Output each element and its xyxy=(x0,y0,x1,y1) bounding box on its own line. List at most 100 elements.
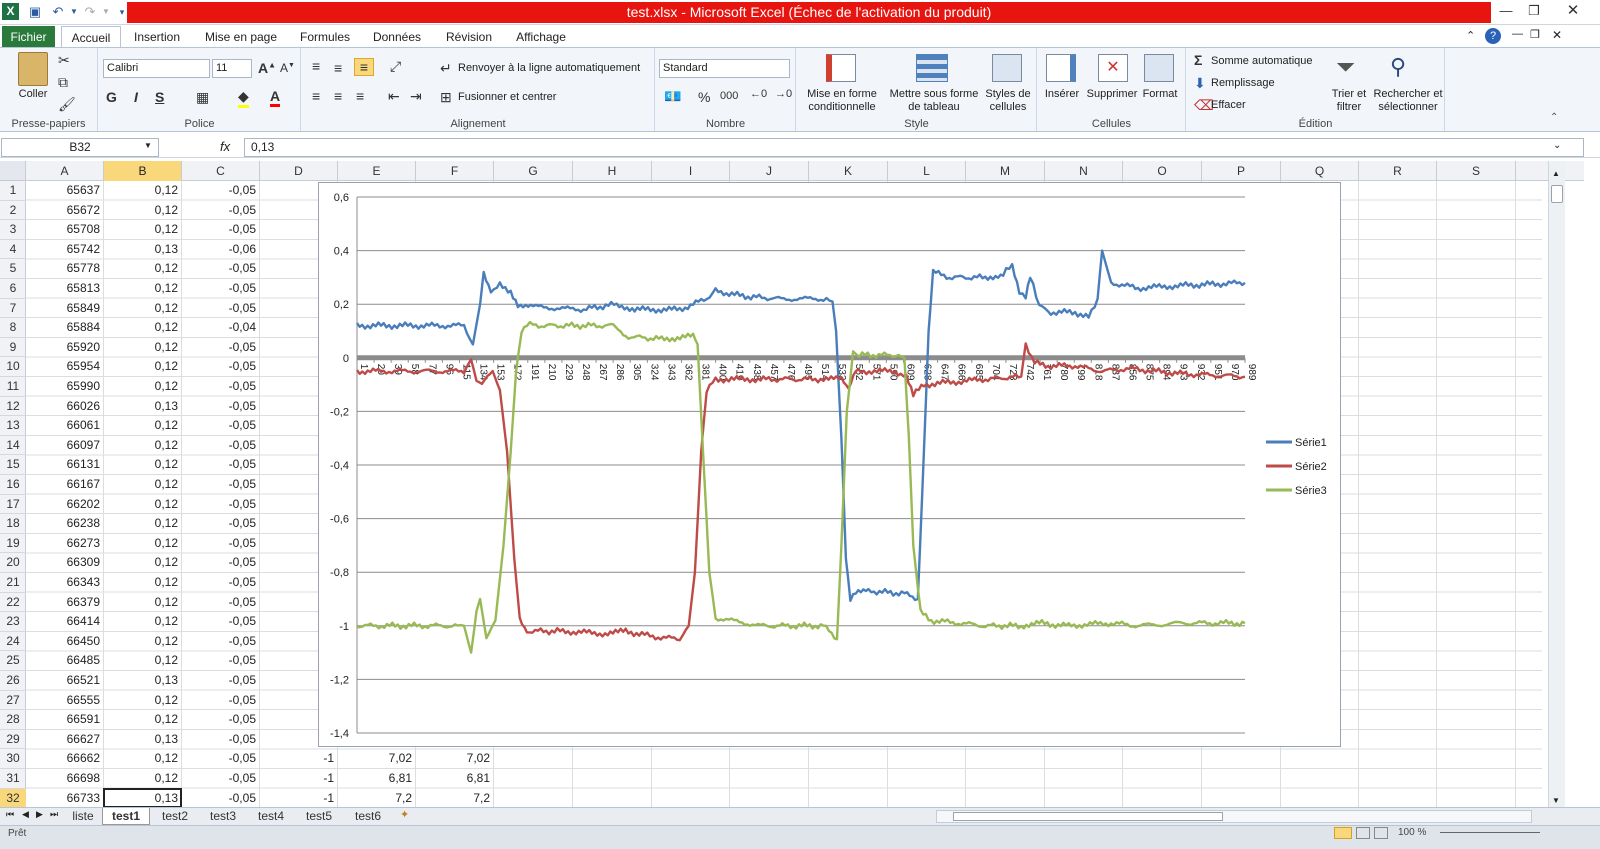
cell-c18[interactable]: -0,05 xyxy=(182,514,260,534)
horizontal-scrollbar[interactable] xyxy=(936,810,1532,823)
select-all-corner[interactable] xyxy=(0,161,26,181)
cell-b18[interactable]: 0,12 xyxy=(104,514,182,534)
undo-dropdown-icon[interactable]: ▼ xyxy=(66,4,82,20)
cell-b23[interactable]: 0,12 xyxy=(104,612,182,632)
cell-c24[interactable]: -0,05 xyxy=(182,632,260,652)
cell-b22[interactable]: 0,12 xyxy=(104,593,182,613)
cell-e30[interactable]: 7,02 xyxy=(338,749,416,769)
column-header-e[interactable]: E xyxy=(338,161,416,181)
conditional-format-button[interactable]: Mise en forme conditionnelle xyxy=(800,88,884,114)
row-header[interactable]: 29 xyxy=(0,730,26,750)
collapse-ribbon-icon[interactable]: ⌃ xyxy=(1550,112,1558,123)
fill-button[interactable]: Remplissage xyxy=(1211,77,1275,90)
cell-b31[interactable]: 0,12 xyxy=(104,769,182,789)
tab-formulas[interactable]: Formules xyxy=(294,26,356,48)
page-layout-view-icon[interactable] xyxy=(1356,827,1370,839)
row-header[interactable]: 19 xyxy=(0,534,26,554)
paste-button[interactable]: Coller xyxy=(10,88,56,101)
row-header[interactable]: 23 xyxy=(0,612,26,632)
find-select-button[interactable]: Rechercher et sélectionner xyxy=(1370,88,1446,114)
cell-b27[interactable]: 0,12 xyxy=(104,691,182,711)
cell-a18[interactable]: 66238 xyxy=(26,514,104,534)
row-header[interactable]: 31 xyxy=(0,769,26,789)
cell-c8[interactable]: -0,04 xyxy=(182,318,260,338)
cell-d30[interactable]: -1 xyxy=(260,749,338,769)
formula-input[interactable]: 0,13 xyxy=(244,138,1584,157)
cell-b10[interactable]: 0,12 xyxy=(104,357,182,377)
cell-b11[interactable]: 0,12 xyxy=(104,377,182,397)
column-header-r[interactable]: R xyxy=(1359,161,1437,181)
last-sheet-icon[interactable]: ⏭ xyxy=(50,809,58,820)
column-header-m[interactable]: M xyxy=(966,161,1045,181)
align-middle-icon[interactable]: ≡ xyxy=(334,60,342,76)
copy-icon[interactable]: ⧉ xyxy=(58,74,68,91)
cell-a25[interactable]: 66485 xyxy=(26,651,104,671)
cell-b17[interactable]: 0,12 xyxy=(104,495,182,515)
column-header-p[interactable]: P xyxy=(1202,161,1281,181)
cell-c2[interactable]: -0,05 xyxy=(182,201,260,221)
cell-b28[interactable]: 0,12 xyxy=(104,710,182,730)
delete-cells-icon[interactable]: ✕ xyxy=(1098,54,1128,82)
column-header-c[interactable]: C xyxy=(182,161,260,181)
row-header[interactable]: 30 xyxy=(0,749,26,769)
sort-filter-button[interactable]: Trier et filtrer xyxy=(1326,88,1372,114)
workbook-close-icon[interactable]: ✕ xyxy=(1552,28,1562,42)
cell-b12[interactable]: 0,13 xyxy=(104,397,182,417)
row-header[interactable]: 21 xyxy=(0,573,26,593)
sheet-tab-test5[interactable]: test5 xyxy=(296,808,342,825)
cell-c10[interactable]: -0,05 xyxy=(182,357,260,377)
cell-c30[interactable]: -0,05 xyxy=(182,749,260,769)
cell-c14[interactable]: -0,05 xyxy=(182,436,260,456)
first-sheet-icon[interactable]: ⏮ xyxy=(6,809,14,820)
row-header[interactable]: 9 xyxy=(0,338,26,358)
font-name-select[interactable]: Calibri xyxy=(103,59,210,78)
cell-c12[interactable]: -0,05 xyxy=(182,397,260,417)
name-box[interactable]: B32 xyxy=(1,138,159,157)
cut-icon[interactable]: ✂ xyxy=(58,52,70,69)
cell-c21[interactable]: -0,05 xyxy=(182,573,260,593)
autosum-icon[interactable]: Σ xyxy=(1194,52,1202,68)
tab-home[interactable]: Accueil xyxy=(61,26,121,48)
cell-a17[interactable]: 66202 xyxy=(26,495,104,515)
cell-a24[interactable]: 66450 xyxy=(26,632,104,652)
prev-sheet-icon[interactable]: ◀ xyxy=(22,809,29,820)
insert-cells-button[interactable]: Insérer xyxy=(1040,88,1084,101)
align-right-icon[interactable]: ≡ xyxy=(356,88,364,104)
next-sheet-icon[interactable]: ▶ xyxy=(36,809,43,820)
row-header[interactable]: 2 xyxy=(0,201,26,221)
cell-b30[interactable]: 0,12 xyxy=(104,749,182,769)
row-header[interactable]: 32 xyxy=(0,788,26,809)
binoculars-icon[interactable]: ⚲ xyxy=(1390,54,1406,80)
zoom-level[interactable]: 100 % xyxy=(1398,827,1426,838)
name-box-dropdown-icon[interactable]: ▼ xyxy=(144,141,152,150)
bold-button[interactable]: G xyxy=(106,89,117,105)
cell-b15[interactable]: 0,12 xyxy=(104,455,182,475)
currency-icon[interactable]: 💶 xyxy=(664,88,681,105)
column-header-f[interactable]: F xyxy=(416,161,494,181)
orientation-icon[interactable]: ⤢ xyxy=(390,58,401,75)
row-header[interactable]: 22 xyxy=(0,593,26,613)
paste-icon[interactable] xyxy=(18,52,48,86)
italic-button[interactable]: I xyxy=(134,89,138,105)
number-format-select[interactable]: Standard xyxy=(659,59,790,78)
cell-c6[interactable]: -0,05 xyxy=(182,279,260,299)
cell-a16[interactable]: 66167 xyxy=(26,475,104,495)
row-header[interactable]: 4 xyxy=(0,240,26,260)
column-header-h[interactable]: H xyxy=(573,161,652,181)
row-header[interactable]: 8 xyxy=(0,318,26,338)
sort-filter-icon[interactable]: ⏷ xyxy=(1336,54,1355,82)
row-header[interactable]: 1 xyxy=(0,181,26,201)
cell-c23[interactable]: -0,05 xyxy=(182,612,260,632)
row-header[interactable]: 14 xyxy=(0,436,26,456)
cell-a5[interactable]: 65778 xyxy=(26,259,104,279)
tab-insert[interactable]: Insertion xyxy=(128,26,186,48)
column-header-q[interactable]: Q xyxy=(1281,161,1359,181)
cell-b24[interactable]: 0,12 xyxy=(104,632,182,652)
column-header-g[interactable]: G xyxy=(494,161,573,181)
cell-a19[interactable]: 66273 xyxy=(26,534,104,554)
format-cells-button[interactable]: Format xyxy=(1138,88,1182,101)
sheet-tab-liste[interactable]: liste xyxy=(64,808,102,825)
fill-color-icon[interactable]: ◆ xyxy=(238,88,249,108)
cell-b8[interactable]: 0,12 xyxy=(104,318,182,338)
row-header[interactable]: 20 xyxy=(0,553,26,573)
